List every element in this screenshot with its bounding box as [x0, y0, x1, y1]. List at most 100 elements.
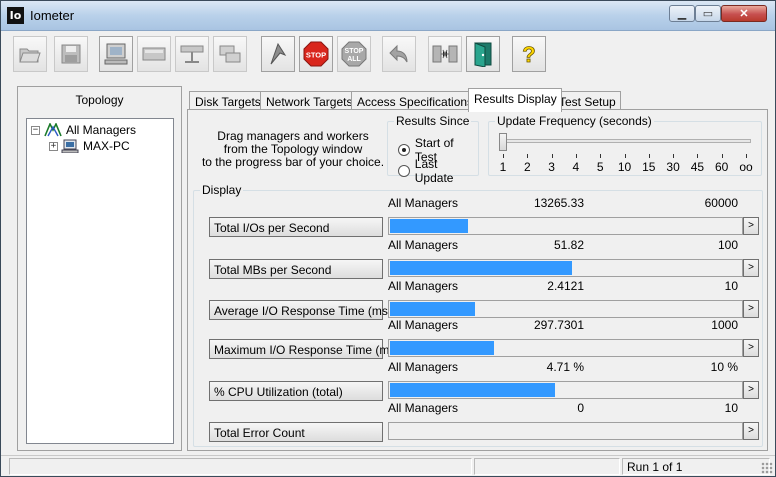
- slider-tick-mark: [503, 154, 504, 158]
- metric-manager-label: All Managers: [388, 318, 459, 332]
- metric-progress-fill: [390, 261, 572, 275]
- expand-icon[interactable]: +: [49, 141, 58, 151]
- stop-sign-icon: STOP: [303, 41, 329, 67]
- metric-progress-bar[interactable]: [388, 217, 743, 235]
- tab-strip: Disk Targets Network Targets Access Spec…: [187, 88, 768, 112]
- metric-more-button[interactable]: >: [743, 259, 759, 277]
- update-frequency-group: Update Frequency (seconds) 1 2 3 4 5 10 15 30 45…: [488, 114, 762, 176]
- minimize-icon: ▁: [677, 8, 687, 20]
- status-bar: Run 1 of 1: [1, 455, 775, 476]
- update-frequency-slider[interactable]: [501, 139, 751, 143]
- metric-value: 51.82: [553, 238, 584, 252]
- svg-text:?: ?: [522, 42, 535, 67]
- start-disk-worker-button[interactable]: [137, 36, 171, 72]
- radio-checked-icon[interactable]: [398, 144, 410, 156]
- metric-select-button[interactable]: Total Error Count: [209, 422, 383, 442]
- radio-unchecked-icon[interactable]: [398, 165, 410, 177]
- update-frequency-label: Update Frequency (seconds): [495, 114, 654, 128]
- results-since-group: Results Since Start of Test Last Update: [387, 114, 479, 185]
- slider-tick-mark: [697, 154, 699, 158]
- metric-progress-fill: [390, 383, 555, 397]
- start-network-worker-button[interactable]: [175, 36, 209, 72]
- status-pane-main: [9, 458, 472, 475]
- metric-select-button[interactable]: Maximum I/O Response Time (ms): [209, 339, 399, 359]
- about-button[interactable]: ?: [512, 36, 546, 72]
- slider-tick-mark: [673, 154, 675, 158]
- close-button[interactable]: ✕: [721, 5, 767, 22]
- metric-progress-bar[interactable]: [388, 339, 743, 357]
- slider-tick-label: 30: [666, 160, 680, 174]
- iometer-window: Io Iometer ▁ ▭ ✕ STOP STOP ALL ? Topolog…: [0, 0, 776, 477]
- open-config-button[interactable]: [13, 36, 47, 72]
- metric-more-button[interactable]: >: [743, 339, 759, 357]
- tab-network-targets[interactable]: Network Targets: [260, 91, 358, 111]
- collapse-icon[interactable]: −: [31, 125, 40, 135]
- exit-button[interactable]: [466, 36, 500, 72]
- start-new-manager-button[interactable]: [99, 36, 133, 72]
- metric-max: 1000: [711, 318, 738, 332]
- slider-tick-label: 4: [572, 160, 580, 174]
- metric-select-button[interactable]: Total MBs per Second: [209, 259, 383, 279]
- metric-max: 10 %: [710, 360, 738, 374]
- main-panel: Disk Targets Network Targets Access Spec…: [187, 86, 768, 451]
- slider-tick-mark: [575, 154, 577, 158]
- slider-tick-mark: [721, 154, 723, 158]
- disconnect-icon: [432, 45, 458, 63]
- metric-progress-bar[interactable]: [388, 381, 743, 399]
- reset-workers-button[interactable]: [382, 36, 416, 72]
- resize-grip-icon[interactable]: [761, 462, 773, 474]
- metric-progress-fill: [390, 219, 468, 233]
- metric-more-button[interactable]: >: [743, 381, 759, 399]
- slider-tick-mark: [648, 154, 650, 158]
- metric-more-button[interactable]: >: [743, 300, 759, 318]
- metric-manager-label: All Managers: [388, 360, 459, 374]
- metric-max: 10: [724, 401, 738, 415]
- metric-select-button[interactable]: Total I/Os per Second: [209, 217, 383, 237]
- metric-progress-fill: [390, 302, 475, 316]
- metric-progress-bar[interactable]: [388, 422, 743, 440]
- topology-title: Topology: [75, 93, 124, 107]
- svg-text:ALL: ALL: [347, 56, 361, 63]
- metric-progress-bar[interactable]: [388, 259, 743, 277]
- slider-tick-label: 3: [548, 160, 555, 174]
- metric-more-button[interactable]: >: [743, 217, 759, 235]
- slider-tick-label: 10: [617, 160, 632, 174]
- tab-test-setup[interactable]: Test Setup: [553, 91, 621, 111]
- slider-tick-label: 2: [523, 160, 531, 174]
- save-config-button[interactable]: [54, 36, 88, 72]
- exit-door-icon: [474, 42, 492, 67]
- tab-disk-targets[interactable]: Disk Targets: [189, 91, 266, 111]
- last-update-label: Last Update: [414, 157, 454, 185]
- metric-progress-bar[interactable]: [388, 300, 743, 318]
- display-group: Display All Managers 13265.33 60000 Total I…: [193, 183, 763, 447]
- topology-tree[interactable]: − All Managers + MAX-PC: [26, 118, 174, 444]
- metric-manager-label: All Managers: [388, 279, 459, 293]
- tab-results-display[interactable]: Results Display: [468, 88, 562, 112]
- toolbar: STOP STOP ALL ?: [9, 34, 769, 76]
- question-mark-icon: ?: [522, 42, 536, 67]
- metric-select-button[interactable]: % CPU Utilization (total): [209, 381, 383, 401]
- tree-item-all-managers[interactable]: − All Managers: [31, 122, 136, 138]
- svg-text:STOP: STOP: [345, 48, 364, 55]
- slider-tick-mark: [527, 154, 529, 158]
- slider-thumb[interactable]: [499, 133, 507, 151]
- stop-button[interactable]: STOP: [299, 36, 333, 72]
- slider-tick-label: 15: [642, 160, 656, 174]
- status-pane-middle: [474, 458, 620, 475]
- close-icon: ✕: [739, 8, 749, 20]
- metric-more-button[interactable]: >: [743, 422, 759, 440]
- disconnect-button[interactable]: [428, 36, 462, 72]
- metric-max: 100: [717, 238, 738, 252]
- tab-access-specifications[interactable]: Access Specifications: [351, 91, 479, 111]
- slider-tick-mark: [551, 154, 553, 158]
- metric-select-button[interactable]: Average I/O Response Time (ms): [209, 300, 392, 320]
- maximize-button[interactable]: ▭: [695, 5, 721, 22]
- start-tests-button[interactable]: [261, 36, 295, 72]
- metric-value: 297.7301: [533, 318, 584, 332]
- stop-all-button[interactable]: STOP ALL: [337, 36, 371, 72]
- topology-panel: Topology − All Managers + MAX-PC: [17, 86, 182, 451]
- duplicate-worker-button[interactable]: [213, 36, 247, 72]
- last-update-radio[interactable]: Last Update: [398, 157, 478, 185]
- tree-item-max-pc[interactable]: + MAX-PC: [49, 138, 130, 154]
- minimize-button[interactable]: ▁: [669, 5, 695, 22]
